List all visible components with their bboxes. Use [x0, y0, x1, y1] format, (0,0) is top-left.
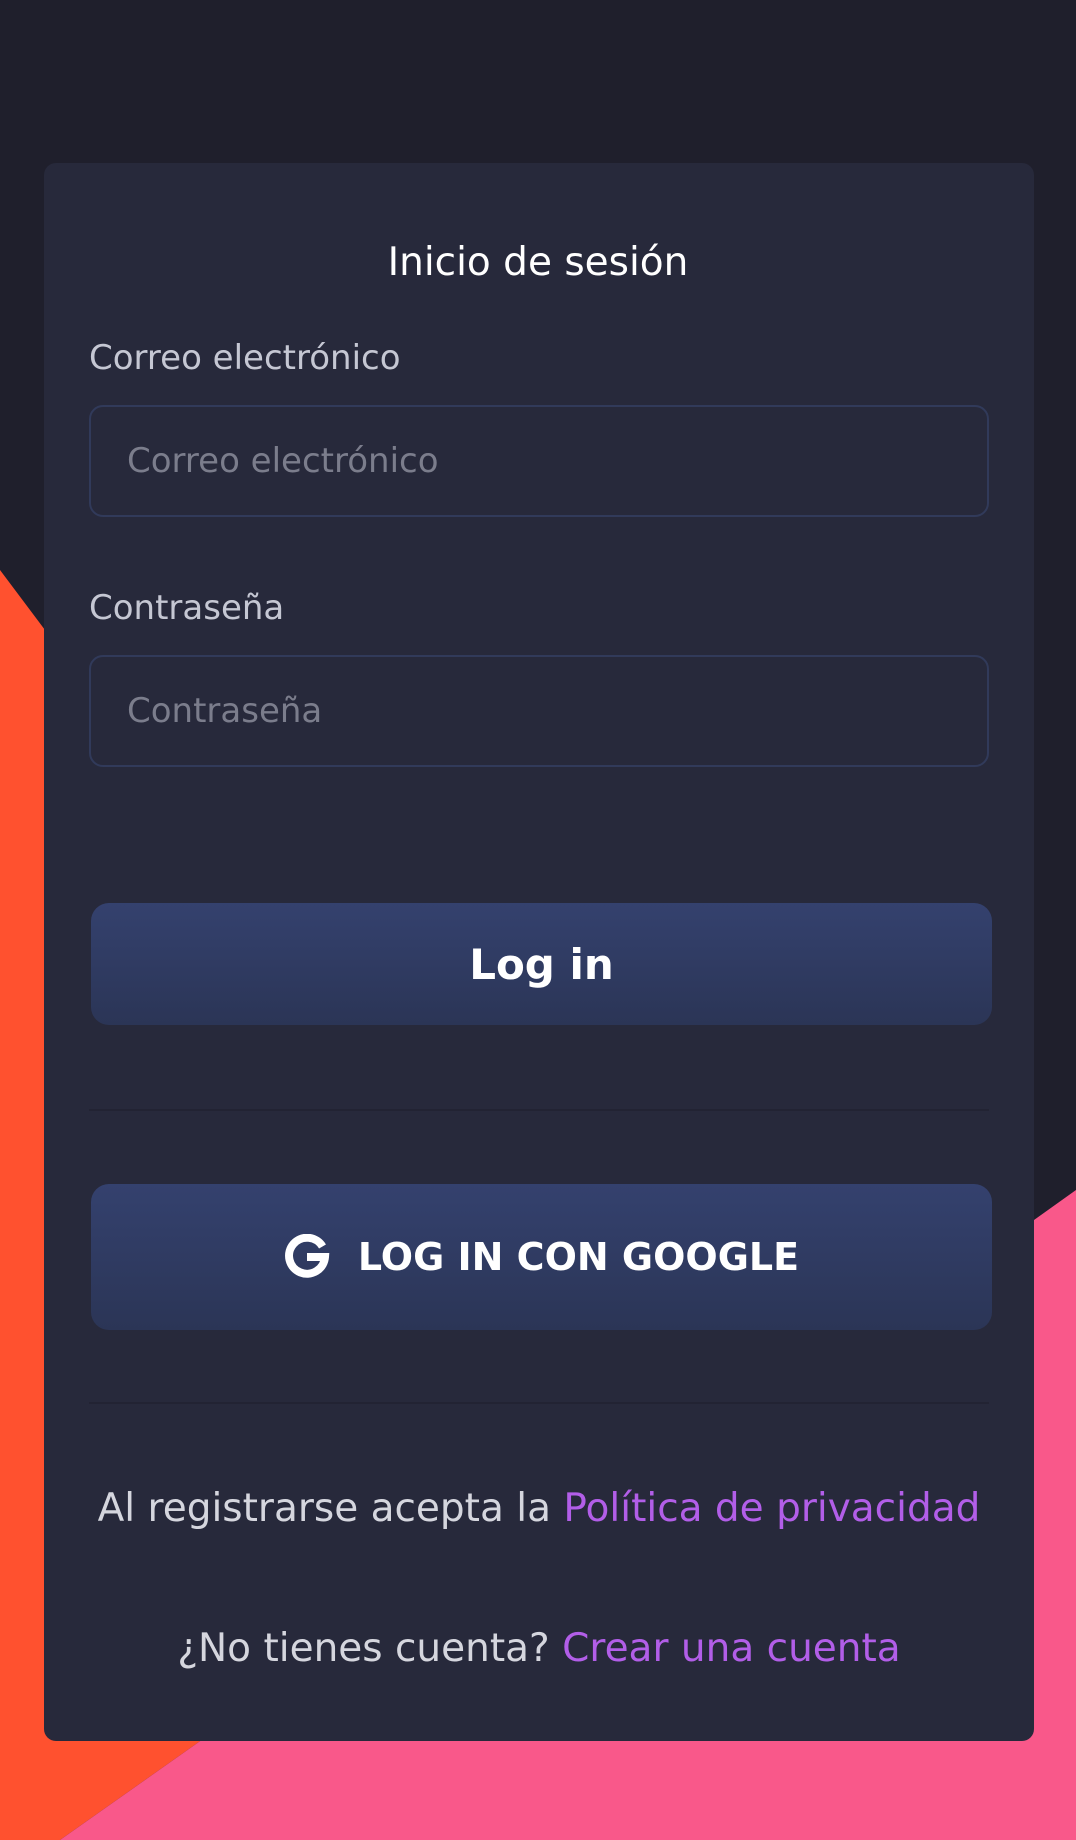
password-label: Contraseña — [89, 588, 285, 628]
signup-prompt: ¿No tienes cuenta? Crear una cuenta — [44, 1618, 1034, 1680]
signup-prompt-text: ¿No tienes cuenta? — [177, 1626, 563, 1671]
create-account-link[interactable]: Crear una cuenta — [562, 1626, 901, 1671]
divider — [89, 1109, 989, 1111]
privacy-notice-text: Al registrarse acepta la — [97, 1486, 564, 1531]
login-button[interactable]: Log in — [91, 903, 992, 1025]
divider — [89, 1402, 989, 1404]
google-icon — [284, 1234, 330, 1280]
privacy-policy-link[interactable]: Política de privacidad — [563, 1486, 980, 1531]
google-login-label: LOG IN CON GOOGLE — [357, 1235, 800, 1279]
password-field[interactable] — [89, 655, 989, 767]
page-title: Inicio de sesión — [387, 240, 689, 285]
email-label: Correo electrónico — [89, 338, 401, 378]
email-field[interactable] — [89, 405, 989, 517]
google-login-button[interactable]: LOG IN CON GOOGLE — [91, 1184, 992, 1330]
privacy-notice: Al registrarse acepta la Política de pri… — [44, 1478, 1034, 1540]
login-button-label: Log in — [469, 939, 614, 989]
